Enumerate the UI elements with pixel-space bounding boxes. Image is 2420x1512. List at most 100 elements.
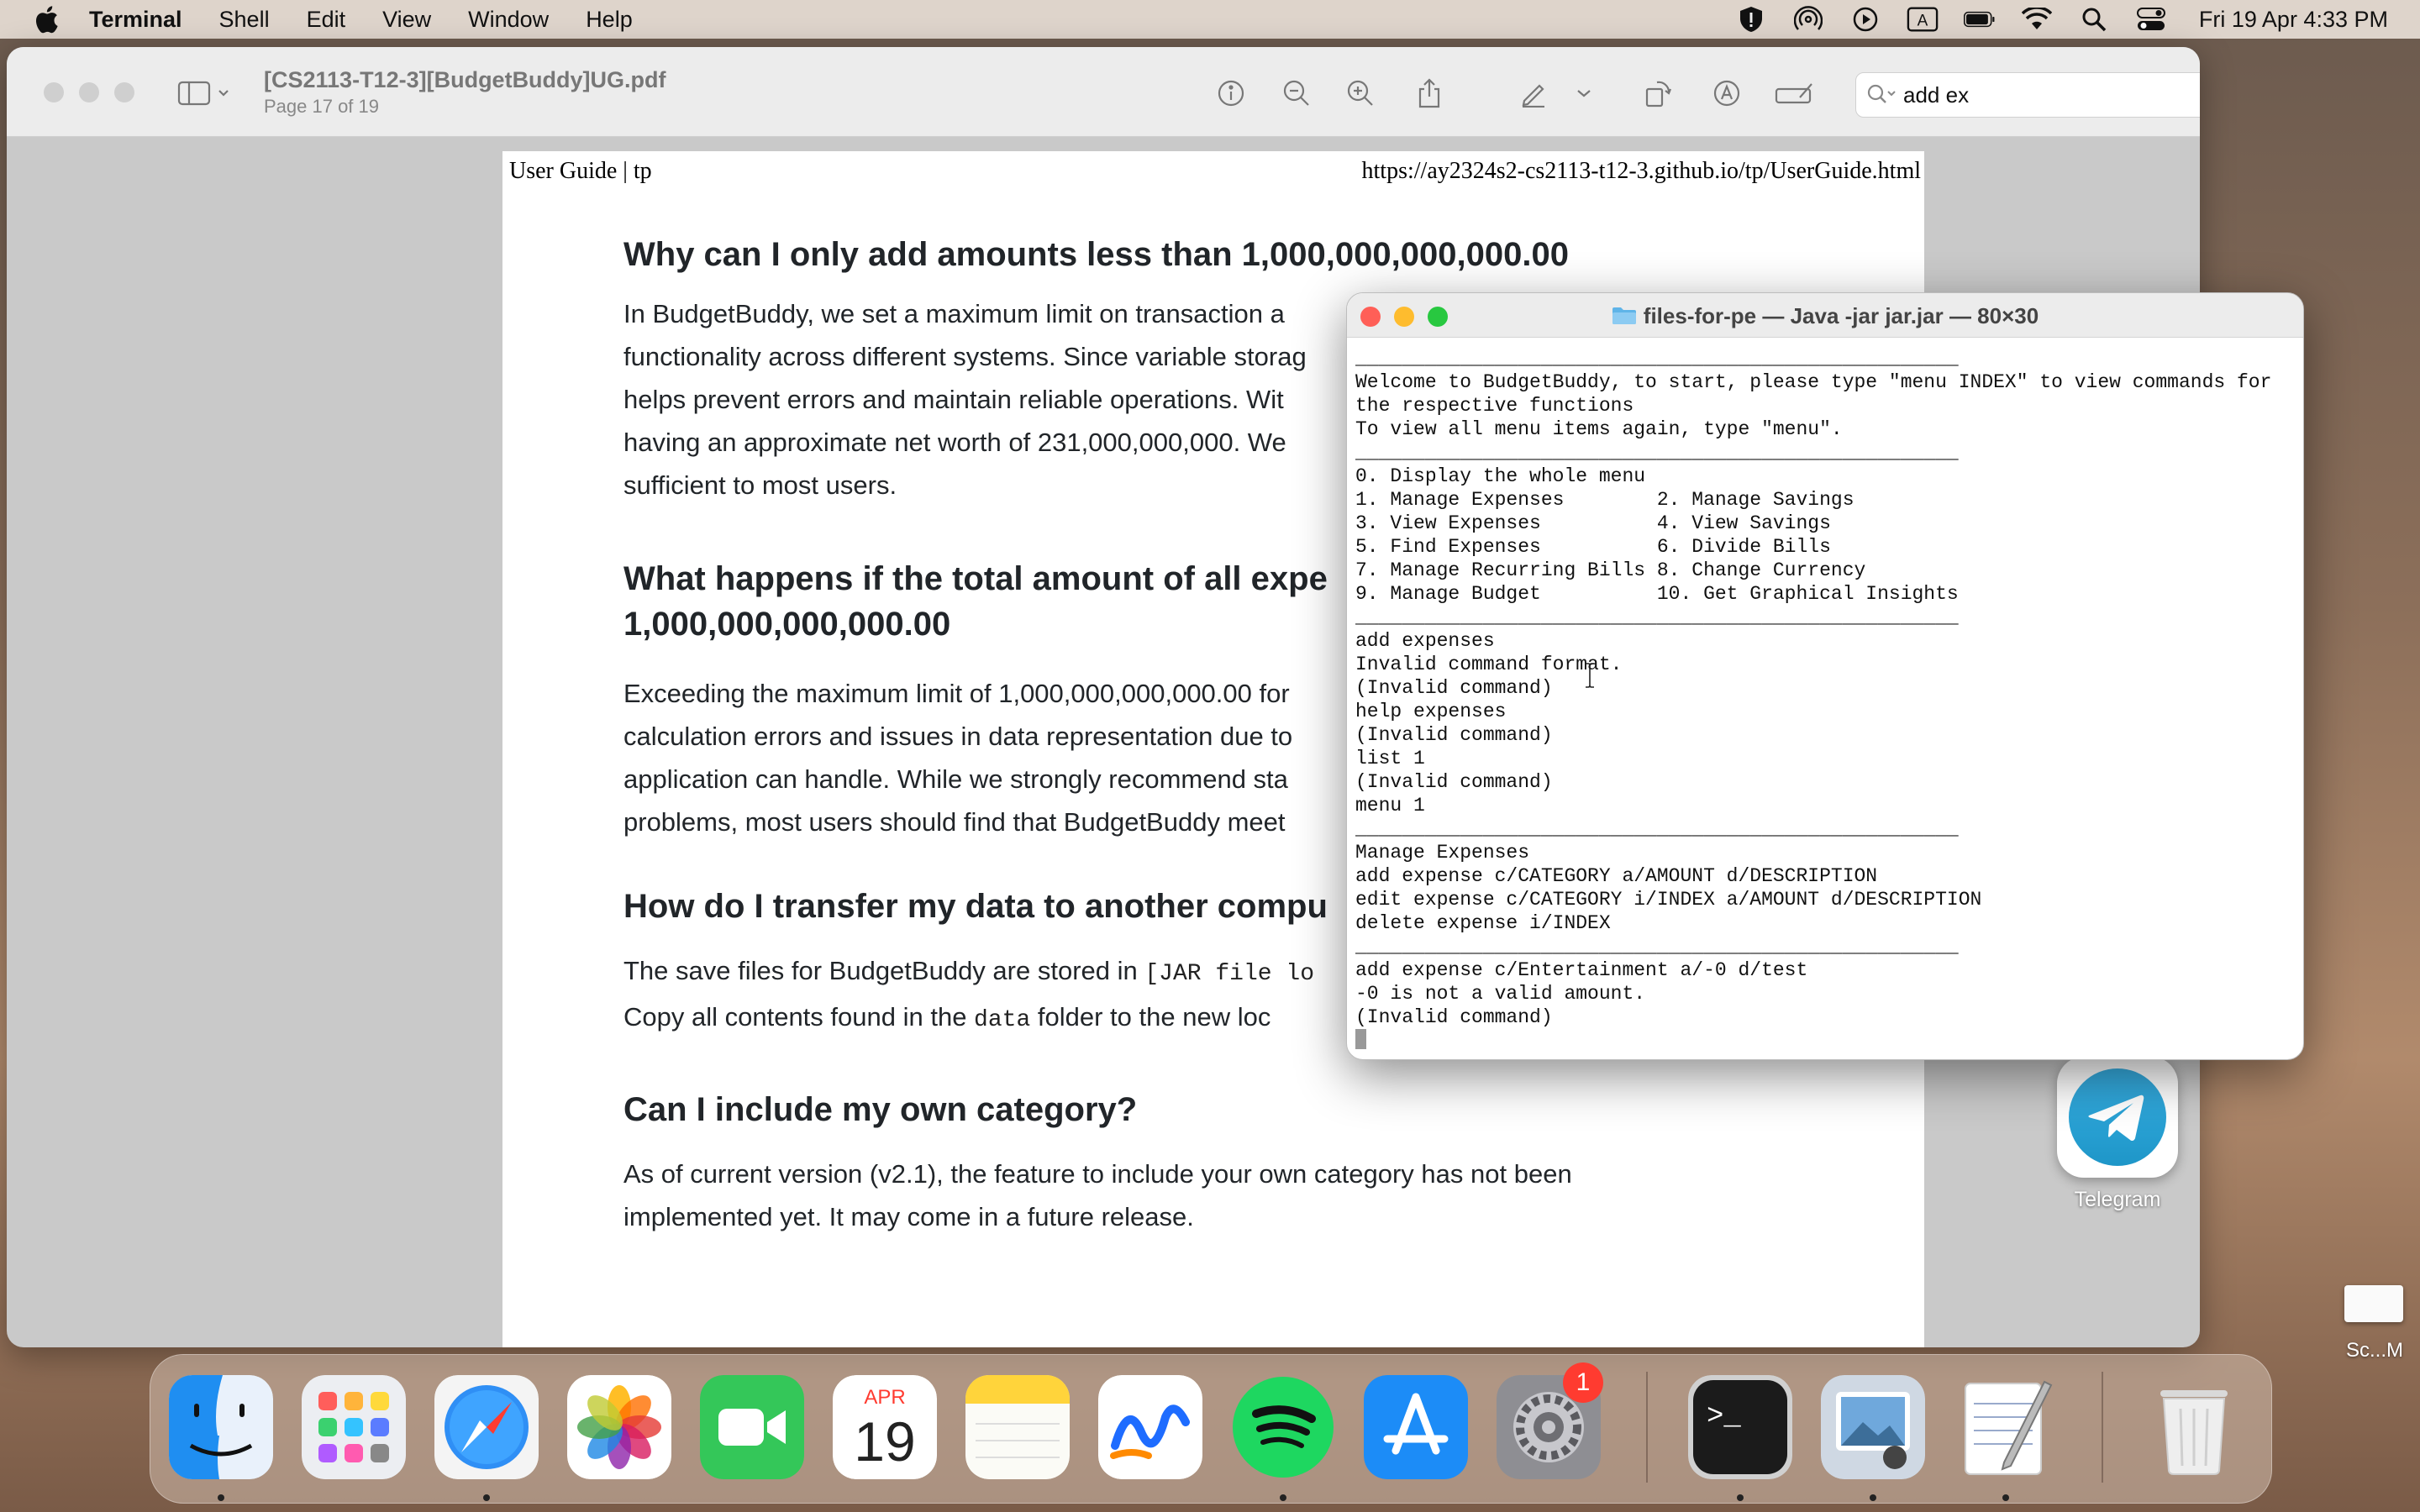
info-icon[interactable] (1213, 76, 1249, 111)
menu-edit[interactable]: Edit (307, 7, 346, 33)
zoom-in-icon[interactable] (1343, 76, 1378, 111)
trash-icon (2160, 1390, 2228, 1475)
preview-icon (1821, 1375, 1925, 1479)
search-field[interactable] (1855, 72, 2200, 118)
svg-text:APR: APR (864, 1386, 905, 1409)
minimize-button[interactable] (79, 82, 99, 102)
terminal-line: menu 1 (1355, 795, 1425, 816)
terminal-line: help expenses (1355, 701, 1507, 722)
dock-notes[interactable] (965, 1375, 1070, 1479)
terminal-output[interactable]: ________________________________________… (1355, 347, 2296, 1053)
menu-shell[interactable]: Shell (219, 7, 270, 33)
terminal-line: delete expense i/INDEX (1355, 912, 1611, 934)
input-source-icon[interactable]: A (1907, 7, 1939, 32)
sidebar-toggle-icon[interactable] (175, 76, 234, 111)
terminal-line: Welcome to BudgetBuddy, to start, please… (1355, 371, 2272, 393)
terminal-titlebar[interactable]: files-for-pe — Java -jar jar.jar — 80×30 (1347, 293, 2303, 338)
terminal-line: (Invalid command) (1355, 677, 1553, 699)
wifi-icon[interactable] (2021, 7, 2053, 32)
running-indicator (2002, 1494, 2009, 1501)
terminal-line: add expenses (1355, 630, 1495, 652)
menu-help[interactable]: Help (586, 7, 633, 33)
dock-launchpad[interactable] (302, 1375, 406, 1479)
text-cursor (1355, 1029, 1366, 1049)
terminal-icon: >_ (1688, 1375, 1792, 1479)
telegram-icon (2069, 1068, 2166, 1166)
dock-facetime[interactable] (700, 1375, 804, 1479)
zoom-button[interactable] (114, 82, 134, 102)
control-center-icon[interactable] (2135, 7, 2167, 32)
window-controls (44, 82, 134, 102)
dock-photos[interactable] (567, 1375, 671, 1479)
dock-calendar[interactable]: APR 19 (833, 1375, 937, 1479)
running-indicator (483, 1494, 490, 1501)
terminal-line: ________________________________________… (1355, 818, 1959, 840)
inline-code: [JAR file lo (1144, 961, 1314, 987)
terminal-line: 7. Manage Recurring Bills 8. Change Curr… (1355, 559, 1866, 581)
screenshot-file-icon[interactable] (2344, 1285, 2403, 1322)
document-title: [CS2113-T12-3][BudgetBuddy]UG.pdf (264, 67, 666, 92)
terminal-line: add expense c/Entertainment a/-0 d/test (1355, 959, 1808, 981)
finder-icon (169, 1375, 273, 1479)
photos-icon (567, 1375, 671, 1479)
terminal-line: ________________________________________… (1355, 348, 1959, 370)
dock-separator (2102, 1372, 2103, 1483)
text-run: Copy all contents found in the (623, 1002, 975, 1032)
zoom-out-icon[interactable] (1279, 76, 1314, 111)
page-header-left: User Guide | tp (509, 158, 652, 184)
section-heading: Can I include my own category? (623, 1091, 1138, 1128)
telegram-desktop-icon[interactable] (2057, 1057, 2178, 1178)
terminal-line: Invalid command format. (1355, 654, 1623, 675)
terminal-line: 9. Manage Budget 10. Get Graphical Insig… (1355, 583, 1959, 605)
search-icon (1867, 84, 1896, 103)
close-button[interactable] (44, 82, 64, 102)
facetime-icon (700, 1375, 804, 1479)
terminal-line: Manage Expenses (1355, 842, 1530, 864)
dock-textedit[interactable] (1954, 1375, 2058, 1479)
terminal-line: list 1 (1355, 748, 1425, 769)
dock-finder[interactable] (169, 1375, 273, 1479)
dock-spotify[interactable] (1231, 1375, 1335, 1479)
dock-safari[interactable] (434, 1375, 539, 1479)
paragraph-line: implemented yet. It may come in a future… (623, 1202, 1194, 1231)
annotate-icon[interactable] (1709, 76, 1744, 111)
dock-terminal[interactable]: >_ (1688, 1375, 1792, 1479)
dock-app-store[interactable] (1364, 1375, 1468, 1479)
airdrop-icon[interactable] (1792, 6, 1824, 32)
ibeam-cursor-icon (1586, 663, 1594, 688)
text-run: folder to the new loc (1030, 1002, 1271, 1032)
svg-text:A: A (1918, 13, 1928, 30)
running-indicator (1870, 1494, 1876, 1501)
shield-icon[interactable] (1735, 7, 1767, 32)
dock-freeform[interactable] (1098, 1375, 1202, 1479)
spotify-icon (1233, 1377, 1334, 1478)
menu-app-name[interactable]: Terminal (89, 7, 182, 33)
terminal-line: 0. Display the whole menu (1355, 465, 1646, 487)
dock-trash[interactable] (2142, 1375, 2246, 1479)
dock-preview[interactable] (1821, 1375, 1925, 1479)
running-indicator (218, 1494, 224, 1501)
battery-icon[interactable] (1963, 7, 1996, 32)
search-icon[interactable] (2078, 7, 2110, 32)
menu-clock[interactable]: Fri 19 Apr 4:33 PM (2199, 7, 2388, 33)
menu-view[interactable]: View (382, 7, 431, 33)
freeform-icon (1098, 1375, 1202, 1479)
running-indicator (1737, 1494, 1744, 1501)
page-header-url[interactable]: https://ay2324s2-cs2113-t12-3.github.io/… (1362, 158, 1921, 185)
chevron-down-icon[interactable] (1571, 76, 1597, 111)
play-icon[interactable] (1849, 7, 1881, 32)
form-fill-icon[interactable] (1773, 76, 1817, 111)
dock: APR 19 >_ (150, 1354, 2272, 1504)
rotate-icon[interactable] (1640, 76, 1676, 111)
terminal-prompt-line[interactable] (1355, 1029, 2296, 1053)
apple-menu-icon[interactable] (34, 5, 59, 34)
search-input[interactable] (1902, 80, 2200, 110)
markup-pen-icon[interactable] (1516, 76, 1551, 111)
share-icon[interactable] (1412, 76, 1447, 111)
menu-window[interactable]: Window (468, 7, 549, 33)
safari-icon (434, 1375, 539, 1479)
running-indicator (1280, 1494, 1286, 1501)
terminal-line: 5. Find Expenses 6. Divide Bills (1355, 536, 1831, 558)
inline-code: data (974, 1007, 1031, 1033)
terminal-window[interactable]: files-for-pe — Java -jar jar.jar — 80×30… (1346, 292, 2304, 1060)
